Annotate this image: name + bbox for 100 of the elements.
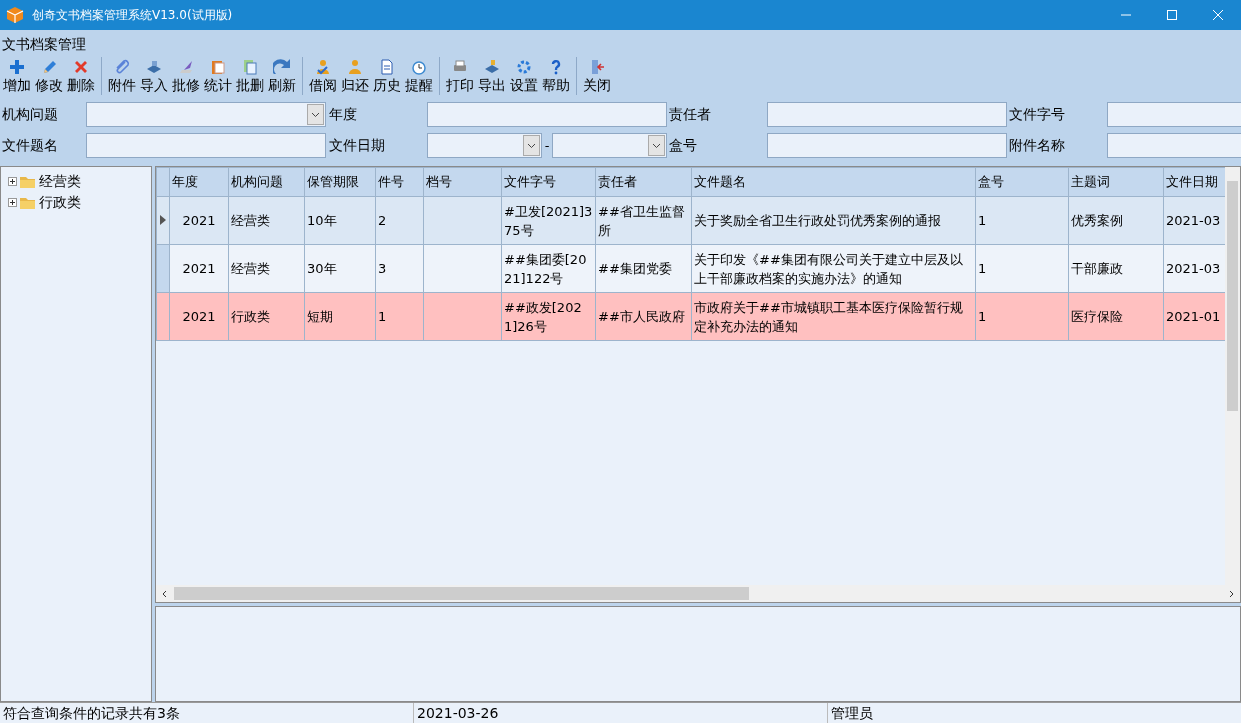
tree-item[interactable]: 经营类 [39, 172, 81, 191]
table-cell: 经营类 [228, 244, 305, 293]
curved-arrow-icon [273, 57, 291, 76]
horizontal-scrollbar[interactable] [156, 585, 1240, 602]
field-label: 附件名称 [1008, 136, 1066, 155]
table-cell: 2 [375, 196, 424, 245]
table-cell: 2021-03 [1163, 196, 1225, 245]
date-field[interactable] [427, 133, 542, 158]
table-cell: 关于印发《##集团有限公司关于建立中层及以上干部廉政档案的实施办法》的通知 [691, 244, 976, 293]
input-field[interactable] [1107, 102, 1241, 127]
expand-icon[interactable] [8, 177, 17, 186]
toolbar-button[interactable]: 修改 [33, 57, 65, 95]
toolbar-button[interactable]: 导入 [138, 57, 170, 95]
toolbar-button[interactable]: 刷新 [266, 57, 298, 95]
table-cell: 10年 [304, 196, 376, 245]
table-cell: 经营类 [228, 196, 305, 245]
table-cell: 2021 [169, 292, 229, 341]
column-header[interactable]: 档号 [423, 167, 502, 197]
toolbar-button[interactable]: 批删 [234, 57, 266, 95]
column-header[interactable]: 文件字号 [501, 167, 596, 197]
input-field[interactable] [427, 102, 667, 127]
person-icon [346, 57, 364, 76]
folder-icon [20, 174, 36, 189]
toolbar-button[interactable]: 附件 [106, 57, 138, 95]
input-field[interactable] [767, 133, 1007, 158]
plus-icon [8, 57, 26, 76]
toolbar-button[interactable]: 历史 [371, 57, 403, 95]
pages-icon [241, 57, 259, 76]
close-icon [1212, 9, 1224, 21]
table-cell: 2021 [169, 244, 229, 293]
column-header[interactable]: 文件日期 [1163, 167, 1225, 197]
toolbar-button[interactable]: 借阅 [307, 57, 339, 95]
toolbar-button[interactable]: 导出 [476, 57, 508, 95]
field-label: 文件题名 [1, 136, 59, 155]
tray-icon [483, 57, 501, 76]
toolbar-button[interactable]: 关闭 [581, 57, 613, 95]
toolbar-button[interactable]: 批修 [170, 57, 202, 95]
table-cell: ##政发[2021]26号 [501, 292, 596, 341]
table-cell: 行政类 [228, 292, 305, 341]
combo-box[interactable] [86, 102, 326, 127]
toolbar-button[interactable]: 提醒 [403, 57, 435, 95]
table-cell: 2021 [169, 196, 229, 245]
date-field[interactable] [552, 133, 667, 158]
row-pointer-icon [160, 215, 166, 225]
toolbar-button[interactable]: 设置 [508, 57, 540, 95]
column-header[interactable]: 主题词 [1068, 167, 1164, 197]
input-field[interactable] [86, 133, 326, 158]
table-cell: ##集团委[2021]122号 [501, 244, 596, 293]
table-cell: 2021-01 [1163, 292, 1225, 341]
toolbar-button[interactable]: 删除 [65, 57, 97, 95]
input-field[interactable] [1107, 133, 1241, 158]
field-label: 文件字号 [1008, 105, 1066, 124]
folder-icon [20, 195, 36, 210]
column-header[interactable]: 文件题名 [691, 167, 976, 197]
box-icon [6, 6, 24, 24]
dropdown-button[interactable] [307, 104, 324, 125]
menu-item[interactable]: 文书档案管理 [2, 36, 86, 54]
dropdown-button[interactable] [523, 135, 540, 156]
range-separator: - [543, 138, 551, 153]
person-icon [314, 57, 332, 76]
column-header[interactable]: 盒号 [975, 167, 1069, 197]
toolbar-button[interactable]: 帮助 [540, 57, 572, 95]
table-cell: 1 [375, 292, 424, 341]
column-header[interactable]: 件号 [375, 167, 424, 197]
chevron-down-icon [652, 142, 661, 149]
table-cell: ##市人民政府 [595, 292, 692, 341]
toolbar-button[interactable]: 打印 [444, 57, 476, 95]
tree-item[interactable]: 行政类 [39, 193, 81, 212]
input-field[interactable] [767, 102, 1007, 127]
table-cell: 1 [975, 196, 1069, 245]
table-cell: 1 [975, 292, 1069, 341]
vertical-scrollbar[interactable] [1225, 167, 1240, 585]
table-cell: 短期 [304, 292, 376, 341]
table-cell: 关于奖励全省卫生行政处罚优秀案例的通报 [691, 196, 976, 245]
column-header[interactable]: 机构问题 [228, 167, 305, 197]
toolbar-button[interactable]: 归还 [339, 57, 371, 95]
status-text: 2021-03-26 [414, 703, 828, 723]
table-cell: 医疗保险 [1068, 292, 1164, 341]
table-cell: ##省卫生监督所 [595, 196, 692, 245]
status-text: 符合查询条件的记录共有3条 [0, 703, 414, 723]
column-header[interactable]: 年度 [169, 167, 229, 197]
chevron-down-icon [527, 142, 536, 149]
table-cell: ##集团党委 [595, 244, 692, 293]
field-label: 年度 [328, 105, 358, 124]
table-cell: 干部廉政 [1068, 244, 1164, 293]
dropdown-button[interactable] [648, 135, 665, 156]
row-header[interactable] [156, 196, 170, 245]
field-label: 盒号 [668, 136, 698, 155]
table-cell: #卫发[2021]375号 [501, 196, 596, 245]
window-title: 创奇文书档案管理系统V13.0(试用版) [32, 6, 234, 24]
table-cell: 市政府关于##市城镇职工基本医疗保险暂行规定补充办法的通知 [691, 292, 976, 341]
chevron-down-icon [311, 111, 320, 118]
toolbar-button[interactable]: 统计 [202, 57, 234, 95]
column-header[interactable]: 责任者 [595, 167, 692, 197]
table-cell: 2021-03 [1163, 244, 1225, 293]
table-cell: 1 [975, 244, 1069, 293]
column-header[interactable]: 保管期限 [304, 167, 376, 197]
toolbar-button[interactable]: 增加 [1, 57, 33, 95]
expand-icon[interactable] [8, 198, 17, 207]
field-label: 机构问题 [1, 105, 59, 124]
